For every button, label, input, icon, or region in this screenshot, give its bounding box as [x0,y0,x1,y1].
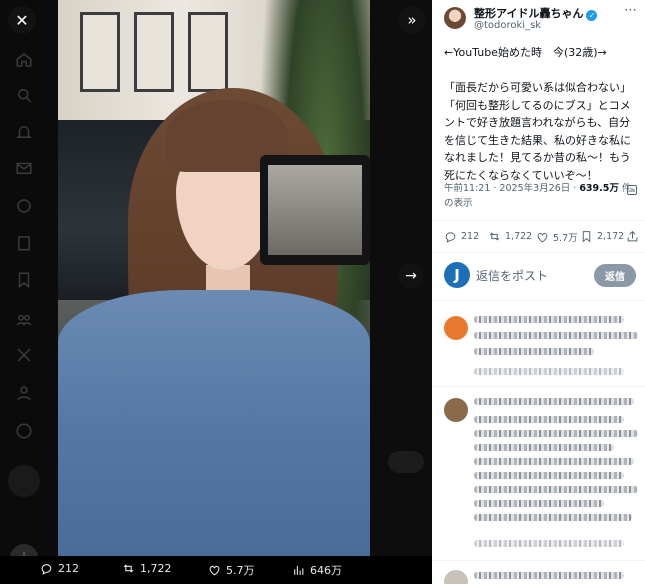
share-icon [627,230,638,242]
photo-window [134,12,174,92]
verified-badge-icon: ✓ [586,10,598,21]
collapse-panel-button[interactable]: » [398,6,426,34]
media-repost-count: 1,722 [140,562,172,575]
chevron-double-right-icon: » [407,11,417,29]
like-count: 5.7万 [553,233,578,244]
pixelated-text [474,444,614,451]
photo-camera [260,155,370,265]
pixelated-text [474,514,632,521]
home-icon [14,50,34,70]
communities-icon [14,310,34,330]
compose-button [8,465,40,497]
media-repost-button[interactable]: 1,722 [122,562,172,575]
background-timeline [370,0,432,584]
notifications-icon [14,122,34,142]
pixelated-text [474,458,634,465]
reply-user-avatar: J [444,262,470,288]
share-button[interactable] [626,230,639,243]
repost-button[interactable]: 1,722 [488,230,532,243]
more-icon [14,421,34,441]
reply-icon [445,232,456,243]
tweet-actions: 212 1,722 5.7万 2,172 [444,228,640,246]
pixelated-text [474,348,594,355]
author-handle[interactable]: @todoroki_sk [474,20,541,31]
reply-input[interactable]: 返信をポスト [476,267,548,284]
tweet-panel: 整形アイドル轟ちゃん ✓ @todoroki_sk ⋯ ←YouTube始めた時 … [432,0,645,584]
tweet-time[interactable]: 午前11:21 · 2025年3月26日 · [444,183,579,194]
tweet-meta: 午前11:21 · 2025年3月26日 · 639.5万 件 の表示 [444,181,634,211]
pixelated-text [474,472,624,479]
heart-icon [537,232,548,242]
bookmark-count: 2,172 [597,231,625,242]
tweet-text: ←YouTube始めた時 今(32歳)→ 「面長だから可愛い系は似合わない」「何… [444,46,631,182]
pixelated-text [474,540,624,547]
divider [432,300,645,301]
reply-count: 212 [461,231,480,242]
pixelated-text [474,500,604,507]
photo-window [188,12,228,92]
author-name[interactable]: 整形アイドル轟ちゃん ✓ [474,5,598,21]
pixelated-text [474,332,638,339]
tweet-views-label: の表示 [444,198,473,209]
repost-icon [489,232,500,241]
media-like-button[interactable]: 5.7万 [208,562,255,578]
author-name-text: 整形アイドル轟ちゃん [474,7,584,20]
profile-icon [14,383,34,403]
background-pill [388,451,424,473]
reply-avatar [444,398,468,422]
media-views-count: 646万 [310,564,342,577]
lists-icon [14,233,34,253]
bookmark-button[interactable]: 2,172 [580,230,624,243]
pixelated-text [474,486,638,493]
media-views-button[interactable]: 646万 [292,562,342,578]
pixelated-text [474,416,624,423]
grok-icon [14,196,34,216]
tweet-views-count: 639.5万 [579,183,619,194]
repost-icon [123,564,134,573]
photo-window [80,12,120,92]
reply-submit-button[interactable]: 返信 [594,264,636,287]
bookmarks-icon [14,270,34,290]
premium-icon [14,345,34,365]
pixelated-text [474,430,638,437]
media-reply-count: 212 [58,562,79,575]
reply-button[interactable]: 212 [444,230,479,243]
analytics-icon[interactable] [626,181,638,195]
search-icon [14,85,34,105]
divider [432,252,645,253]
arrow-right-icon: → [405,268,417,284]
views-chart-icon [294,565,304,575]
next-media-button[interactable]: → [398,263,424,289]
heart-icon [209,565,220,575]
close-icon: ✕ [15,10,29,30]
repost-count: 1,722 [505,231,533,242]
reply-icon [41,564,52,575]
divider [432,386,645,387]
like-button[interactable]: 5.7万 [536,230,578,244]
media-reply-button[interactable]: 212 [40,562,79,575]
media-action-bar: 212 1,722 5.7万 646万 [0,556,432,584]
divider [432,220,645,221]
pixelated-text [474,398,634,405]
camera-screen [268,165,362,255]
bookmark-icon [582,231,591,243]
media-like-count: 5.7万 [226,564,255,577]
reply-avatar [444,570,468,584]
more-options-icon[interactable]: ⋯ [624,3,637,18]
messages-icon [14,158,34,178]
pixelated-text [474,316,624,323]
pixelated-text [474,368,624,375]
divider [432,560,645,561]
reply-avatar [444,316,468,340]
photo-jacket [58,290,370,556]
pixelated-text [474,572,624,579]
close-button[interactable]: ✕ [8,6,36,34]
media-photo[interactable] [58,0,370,556]
author-avatar[interactable] [444,7,466,29]
